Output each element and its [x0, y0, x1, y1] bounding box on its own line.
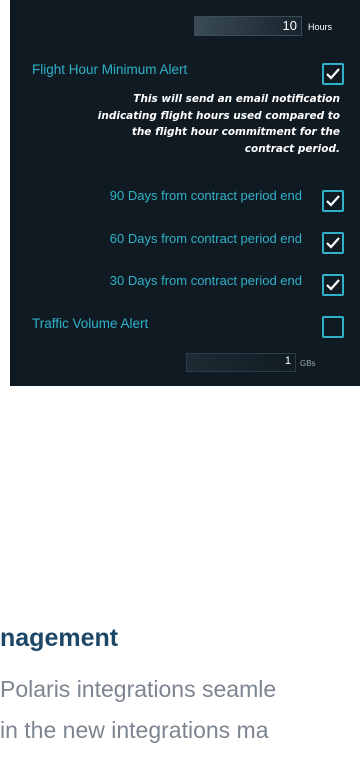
alert-90-days-label: 90 Days from contract period end — [109, 188, 302, 203]
traffic-volume-alert-checkbox[interactable] — [322, 316, 344, 338]
alert-90-days-checkbox[interactable] — [322, 190, 344, 212]
traffic-volume-alert-label: Traffic Volume Alert — [32, 316, 149, 331]
hours-unit-label: Hours — [308, 22, 333, 32]
checkmark-icon — [326, 237, 340, 249]
checkmark-icon — [326, 68, 340, 80]
description-line: indicating flight hours used compared to — [97, 109, 340, 122]
flight-hour-alert-checkbox[interactable] — [322, 63, 344, 85]
alert-60-days-label: 60 Days from contract period end — [109, 231, 302, 246]
alert-30-days-label: 30 Days from contract period end — [109, 273, 302, 288]
checkmark-icon — [326, 195, 340, 207]
checkmark-icon — [326, 279, 340, 291]
alert-60-days-checkbox[interactable] — [322, 232, 344, 254]
gb-input[interactable]: 1 — [186, 353, 296, 372]
gb-unit-label: GBs — [300, 359, 316, 368]
paragraph-line: in the new integrations ma — [0, 717, 269, 743]
description-line: the flight hour commitment for the — [131, 126, 340, 138]
alert-settings-panel: 10 Hours Flight Hour Minimum Alert This … — [10, 0, 360, 386]
hours-input[interactable]: 10 — [194, 16, 302, 36]
paragraph-line: Polaris integrations seamle — [0, 676, 277, 702]
description-line: contract period. — [244, 142, 340, 155]
flight-hour-alert-description: This will send an email notification ind… — [34, 91, 340, 157]
description-line: This will send an email notification — [133, 93, 340, 105]
flight-hour-alert-label: Flight Hour Minimum Alert — [32, 62, 188, 77]
alert-30-days-checkbox[interactable] — [322, 274, 344, 296]
section-heading: nagement — [0, 624, 119, 652]
